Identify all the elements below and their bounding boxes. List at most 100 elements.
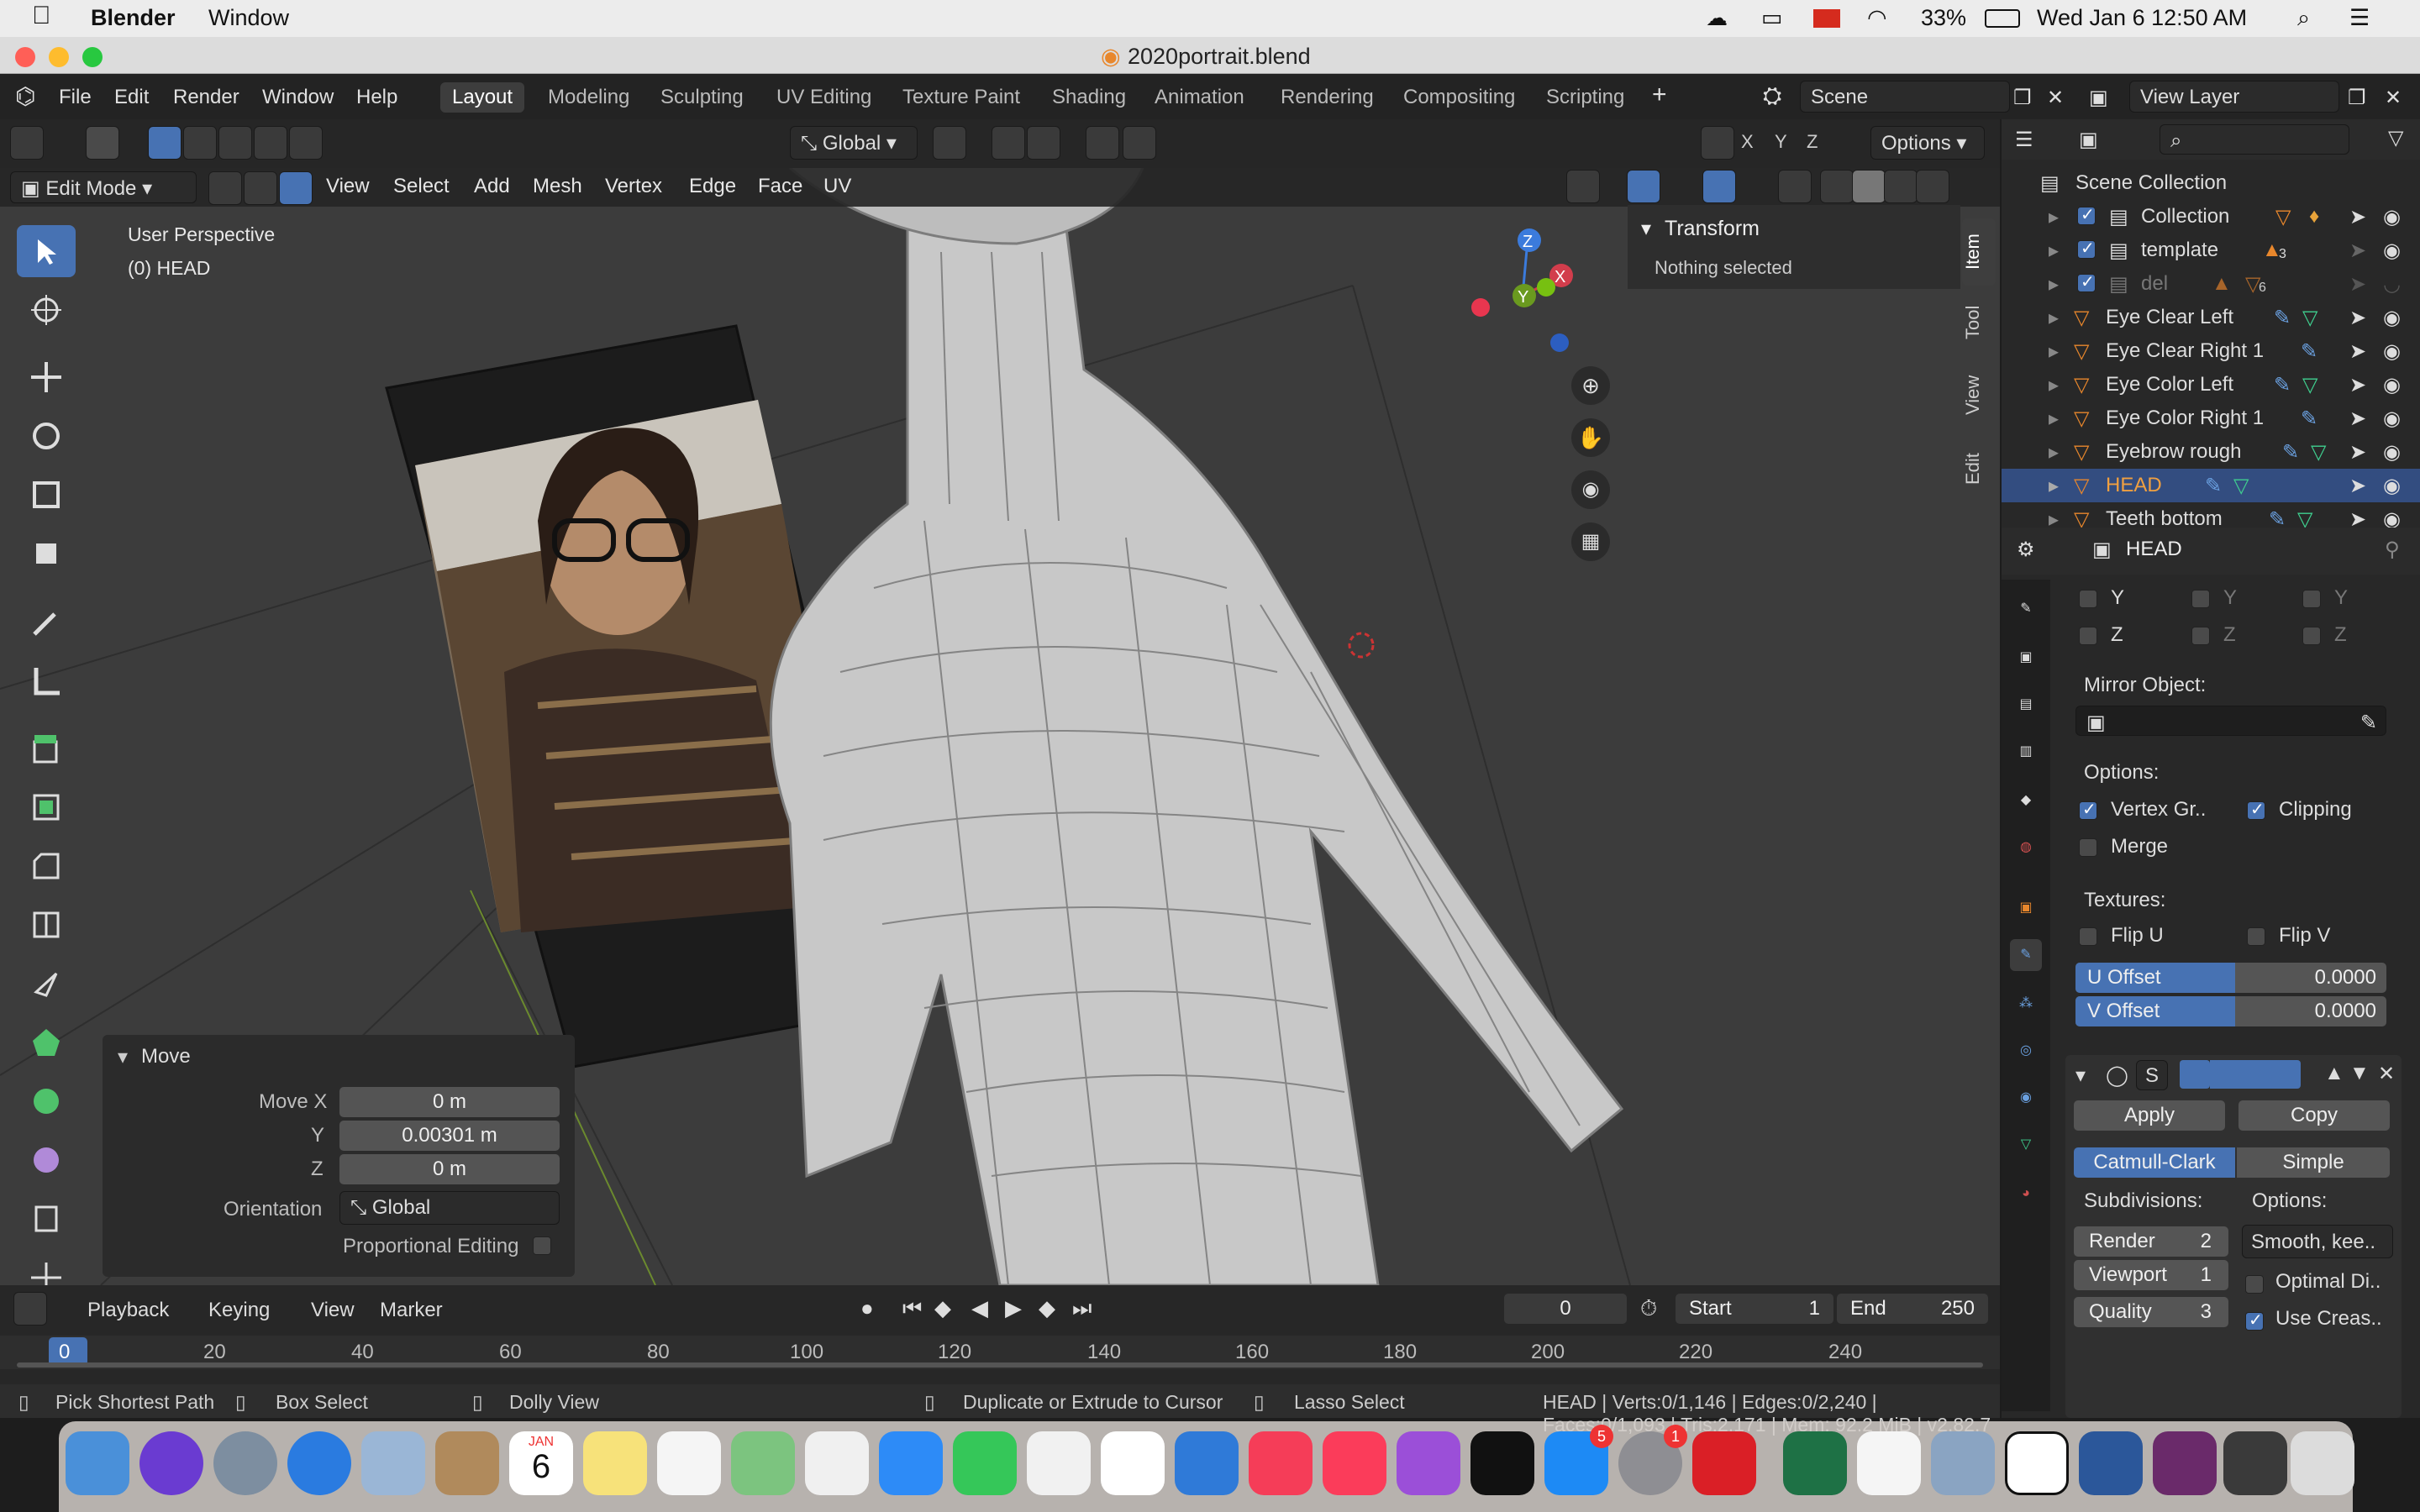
properties-editor-icon[interactable]: ⚙ (2017, 538, 2035, 562)
blender-app-icon[interactable] (1857, 1431, 1921, 1495)
minimize-window-button[interactable] (49, 47, 69, 67)
proportional-editing-icon[interactable] (1086, 126, 1119, 160)
expand-icon[interactable]: ▸ (2049, 440, 2059, 465)
sidebar-tab-edit[interactable]: Edit (1962, 442, 1996, 496)
bisect-y-checkbox[interactable] (2191, 590, 2210, 608)
music-app-icon[interactable] (1323, 1431, 1386, 1495)
solid-shading-icon[interactable] (1852, 170, 1886, 203)
view-layer-tab-icon[interactable]: ▥ (2010, 736, 2042, 768)
exclude-checkbox[interactable] (2077, 238, 2096, 259)
display-mode-icon[interactable]: ▣ (2079, 128, 2098, 152)
outliner-row-eye-clear-left[interactable]: ▸ ▽ Eye Clear Left ✎ ▽ ➤ ◉ (2002, 301, 2420, 334)
menu-edit[interactable]: Edit (114, 86, 149, 109)
pan-hand-icon[interactable]: ✋ (1571, 418, 1610, 457)
measure-tool[interactable] (17, 655, 76, 707)
mail-app-icon[interactable] (361, 1431, 425, 1495)
select-intersect-icon[interactable] (289, 126, 323, 160)
keynote-app-icon[interactable] (1175, 1431, 1239, 1495)
filter-icon[interactable]: ▽ (2388, 126, 2403, 150)
exclude-checkbox[interactable] (2077, 204, 2096, 225)
tab-uv-editing[interactable]: UV Editing (765, 82, 883, 113)
apple-tv-app-icon[interactable] (1470, 1431, 1534, 1495)
wireframe-shading-icon[interactable] (1820, 170, 1854, 203)
menu-select[interactable]: Select (393, 175, 450, 198)
jump-keyframe-forward-icon[interactable]: ◆ (1039, 1295, 1055, 1321)
creative-cloud-icon[interactable]: ☁ (1706, 5, 1728, 31)
select-toggle-icon[interactable]: ➤ (2349, 272, 2366, 297)
bevel-tool[interactable] (17, 840, 76, 892)
transform-header[interactable]: Transform (1665, 217, 1760, 241)
outliner-search-input[interactable]: ⌕ (2160, 124, 2349, 155)
tab-compositing[interactable]: Compositing (1392, 82, 1527, 113)
ortho-toggle-icon[interactable]: ▦ (1571, 522, 1610, 561)
jump-end-icon[interactable]: ⏭ (1072, 1295, 1092, 1322)
wifi-icon[interactable]: ◠ (1867, 5, 1887, 31)
select-box-tool[interactable] (17, 225, 76, 277)
v-offset-field[interactable]: V Offset 0.0000 (2075, 996, 2386, 1026)
select-toggle-icon[interactable]: ➤ (2349, 507, 2366, 528)
navigation-gizmo[interactable]: Z X Y (1462, 218, 1613, 370)
calendar-app-icon[interactable]: JAN 6 (509, 1431, 573, 1495)
eye-icon[interactable]: ◉ (2383, 507, 2401, 528)
select-toggle-icon[interactable]: ➤ (2349, 306, 2366, 330)
eye-icon[interactable]: ◉ (2383, 239, 2401, 263)
outliner-row-teeth-bottom[interactable]: ▸ ▽ Teeth bottom ✎ ▽ ➤ ◉ (2002, 502, 2420, 528)
flip-z-checkbox[interactable] (2302, 627, 2321, 645)
flip-u-checkbox[interactable] (2079, 927, 2097, 946)
modifier-name-field[interactable]: S (2136, 1060, 2168, 1090)
mirror-axis-y-checkbox[interactable] (2079, 590, 2097, 608)
menu-mesh[interactable]: Mesh (533, 175, 582, 198)
select-tool-icon[interactable] (86, 126, 119, 160)
move-collapse-icon[interactable]: ▾ (118, 1045, 128, 1069)
excel-app-icon[interactable] (1783, 1431, 1847, 1495)
flip-v-checkbox[interactable] (2247, 927, 2265, 946)
edge-select-icon[interactable] (244, 171, 277, 205)
timeline-scrollbar[interactable] (17, 1362, 1983, 1368)
jump-keyframe-back-icon[interactable]: ◆ (934, 1295, 951, 1321)
gizmo-toggle-icon[interactable] (1627, 170, 1660, 203)
eye-icon[interactable]: ◉ (2383, 440, 2401, 465)
outliner-row-collection[interactable]: ▸ ▤ Collection ▽ ♦ ➤ ◉ (2002, 200, 2420, 234)
eye-icon[interactable]: ◉ (2383, 474, 2401, 498)
apply-button[interactable]: Apply (2074, 1100, 2225, 1131)
menu-edge[interactable]: Edge (689, 175, 736, 198)
select-toggle-icon[interactable]: ➤ (2349, 407, 2366, 431)
proportional-editing-checkbox[interactable] (533, 1236, 551, 1255)
move-z-field[interactable]: 0 m (339, 1154, 560, 1184)
mirror-x-button[interactable]: X (1741, 131, 1754, 153)
outliner-row-eye-clear-right[interactable]: ▸ ▽ Eye Clear Right 1 ✎ ➤ ◉ (2002, 334, 2420, 368)
system-preferences-app-icon[interactable]: 1 (1618, 1425, 1687, 1495)
view-layer-field[interactable]: View Layer (2129, 81, 2339, 113)
select-toggle-icon[interactable]: ➤ (2349, 205, 2366, 229)
move-tool[interactable] (17, 351, 76, 403)
annotate-tool[interactable] (17, 596, 76, 648)
timeline-editor-type-icon[interactable] (13, 1292, 47, 1326)
menu-add[interactable]: Add (474, 175, 510, 198)
move-y-field[interactable]: 0.00301 m (339, 1121, 560, 1151)
current-frame-field[interactable]: 0 (1504, 1294, 1627, 1324)
object-tab-icon[interactable]: ▣ (2010, 892, 2042, 924)
tab-sculpting[interactable]: Sculpting (649, 82, 755, 113)
select-toggle-icon[interactable]: ➤ (2349, 239, 2366, 263)
outliner-row-head[interactable]: ▸ ▽ HEAD ✎ ▽ ➤ ◉ (2002, 469, 2420, 502)
rendered-shading-icon[interactable] (1916, 170, 1949, 203)
pages-app-icon[interactable] (1027, 1431, 1091, 1495)
control-center-icon[interactable]: ☰ (2349, 5, 2370, 31)
news-app-icon[interactable] (1249, 1431, 1313, 1495)
physics-tab-icon[interactable]: ◎ (2010, 1035, 2042, 1067)
render-toggle-icon[interactable] (2240, 1060, 2270, 1089)
select-subtract-icon[interactable] (218, 126, 252, 160)
u-offset-field[interactable]: U Offset 0.0000 (2075, 963, 2386, 993)
battery-percent[interactable]: 33% (1921, 5, 1966, 31)
zoom-window-button[interactable] (82, 47, 103, 67)
play-icon[interactable]: ▶ (1005, 1295, 1022, 1321)
podcasts-app-icon[interactable] (1397, 1431, 1460, 1495)
expand-icon[interactable]: ▸ (2049, 507, 2059, 528)
jump-start-icon[interactable]: ⏮ (902, 1295, 922, 1322)
tab-animation[interactable]: Animation (1143, 82, 1256, 113)
menu-render[interactable]: Render (173, 86, 239, 109)
select-toggle-icon[interactable]: ➤ (2349, 339, 2366, 364)
catmull-clark-button[interactable]: Catmull-Clark (2074, 1147, 2235, 1178)
pin-icon[interactable]: ⚲ (2385, 538, 2400, 562)
tab-rendering[interactable]: Rendering (1269, 82, 1386, 113)
